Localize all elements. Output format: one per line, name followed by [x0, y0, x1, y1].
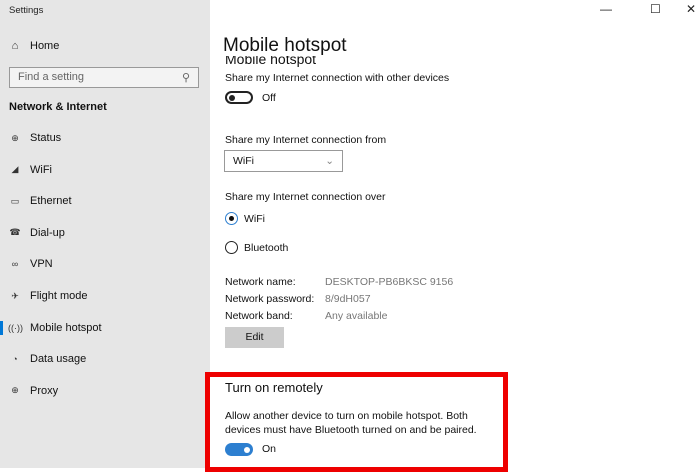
dropdown-value: WiFi [233, 155, 254, 167]
sidebar-item-wifi[interactable]: ◢ WiFi [0, 158, 210, 182]
wifi-icon: ◢ [11, 164, 19, 175]
maximize-button[interactable]: ☐ [650, 2, 661, 16]
home-icon: ⌂ [11, 40, 19, 52]
radio-bluetooth[interactable] [225, 241, 238, 254]
network-name-label: Network name: [225, 276, 296, 288]
home-label: Home [30, 40, 60, 52]
sidebar-item-label: Status [30, 132, 62, 144]
radio-bluetooth-label: Bluetooth [244, 242, 289, 254]
sidebar-item-flight-mode[interactable]: ✈ Flight mode [0, 284, 210, 308]
close-button[interactable]: ✕ [686, 2, 696, 16]
connection-from-dropdown[interactable]: WiFi ⌄ [224, 150, 343, 172]
sidebar-item-status[interactable]: ⊕ Status [0, 126, 210, 150]
network-password-value: 8/9dH057 [325, 293, 371, 305]
sidebar-item-vpn[interactable]: ∞ VPN [0, 252, 210, 276]
hotspot-state: Off [262, 92, 276, 104]
sidebar: Settings ⌂ Home Find a setting ⚲ Network &… [0, 0, 210, 468]
subtitle: Mobile hotspot [225, 56, 317, 67]
subtitle-clipped: Mobile hotspot [225, 56, 425, 67]
network-password-label: Network password: [225, 293, 315, 305]
minimize-button[interactable]: — [600, 2, 612, 16]
sidebar-item-label: Mobile hotspot [30, 321, 102, 334]
status-globe-icon: ⊕ [11, 132, 19, 143]
search-placeholder: Find a setting [18, 71, 85, 83]
search-icon: ⚲ [181, 72, 190, 84]
hotspot-toggle[interactable] [225, 91, 253, 104]
section-heading: Network & Internet [9, 101, 107, 113]
window-title: Settings [9, 5, 44, 16]
sidebar-item-label: Proxy [30, 384, 59, 397]
network-band-value: Any available [325, 310, 388, 322]
hotspot-icon: ((·)) [8, 322, 23, 333]
sidebar-item-label: Flight mode [30, 290, 88, 302]
sidebar-item-label: VPN [30, 258, 53, 271]
remote-state: On [262, 443, 277, 455]
sidebar-item-label: Data usage [30, 353, 87, 366]
from-label: Share my Internet connection from [225, 134, 387, 146]
proxy-globe-icon: ⊕ [11, 385, 19, 396]
radio-wifi-label: WiFi [244, 213, 265, 225]
search-input[interactable]: Find a setting ⚲ [9, 67, 199, 88]
page-title: Mobile hotspot [223, 35, 347, 56]
vpn-icon: ∞ [11, 259, 19, 270]
radio-wifi[interactable] [225, 212, 238, 225]
network-band-label: Network band: [225, 310, 293, 322]
sidebar-item-label: Ethernet [30, 195, 72, 208]
chevron-down-icon: ⌄ [325, 155, 334, 167]
sidebar-item-proxy[interactable]: ⊕ Proxy [0, 379, 210, 403]
data-usage-icon: ◔ [12, 354, 18, 365]
sidebar-item-label: Dial-up [30, 226, 65, 239]
over-label: Share my Internet connection over [225, 191, 386, 203]
ethernet-icon: ▭ [10, 195, 20, 206]
remote-toggle[interactable] [225, 443, 253, 456]
sidebar-item-home[interactable]: ⌂ Home [0, 34, 210, 58]
dialup-icon: ☎ [9, 227, 21, 238]
sidebar-item-data-usage[interactable]: ◔ Data usage [0, 347, 210, 371]
remote-description: Allow another device to turn on mobile h… [225, 410, 477, 436]
sidebar-item-ethernet[interactable]: ▭ Ethernet [0, 189, 210, 213]
sidebar-item-dial-up[interactable]: ☎ Dial-up [0, 221, 210, 245]
network-name-value: DESKTOP-PB6BKSC 9156 [325, 276, 454, 288]
share-label: Share my Internet connection with other … [225, 72, 450, 84]
sidebar-item-mobile-hotspot[interactable]: ((·)) Mobile hotspot [0, 316, 210, 340]
remote-title: Turn on remotely [225, 380, 323, 395]
airplane-icon: ✈ [11, 290, 19, 301]
sidebar-item-label: WiFi [30, 163, 52, 176]
edit-button[interactable]: Edit [225, 327, 284, 348]
